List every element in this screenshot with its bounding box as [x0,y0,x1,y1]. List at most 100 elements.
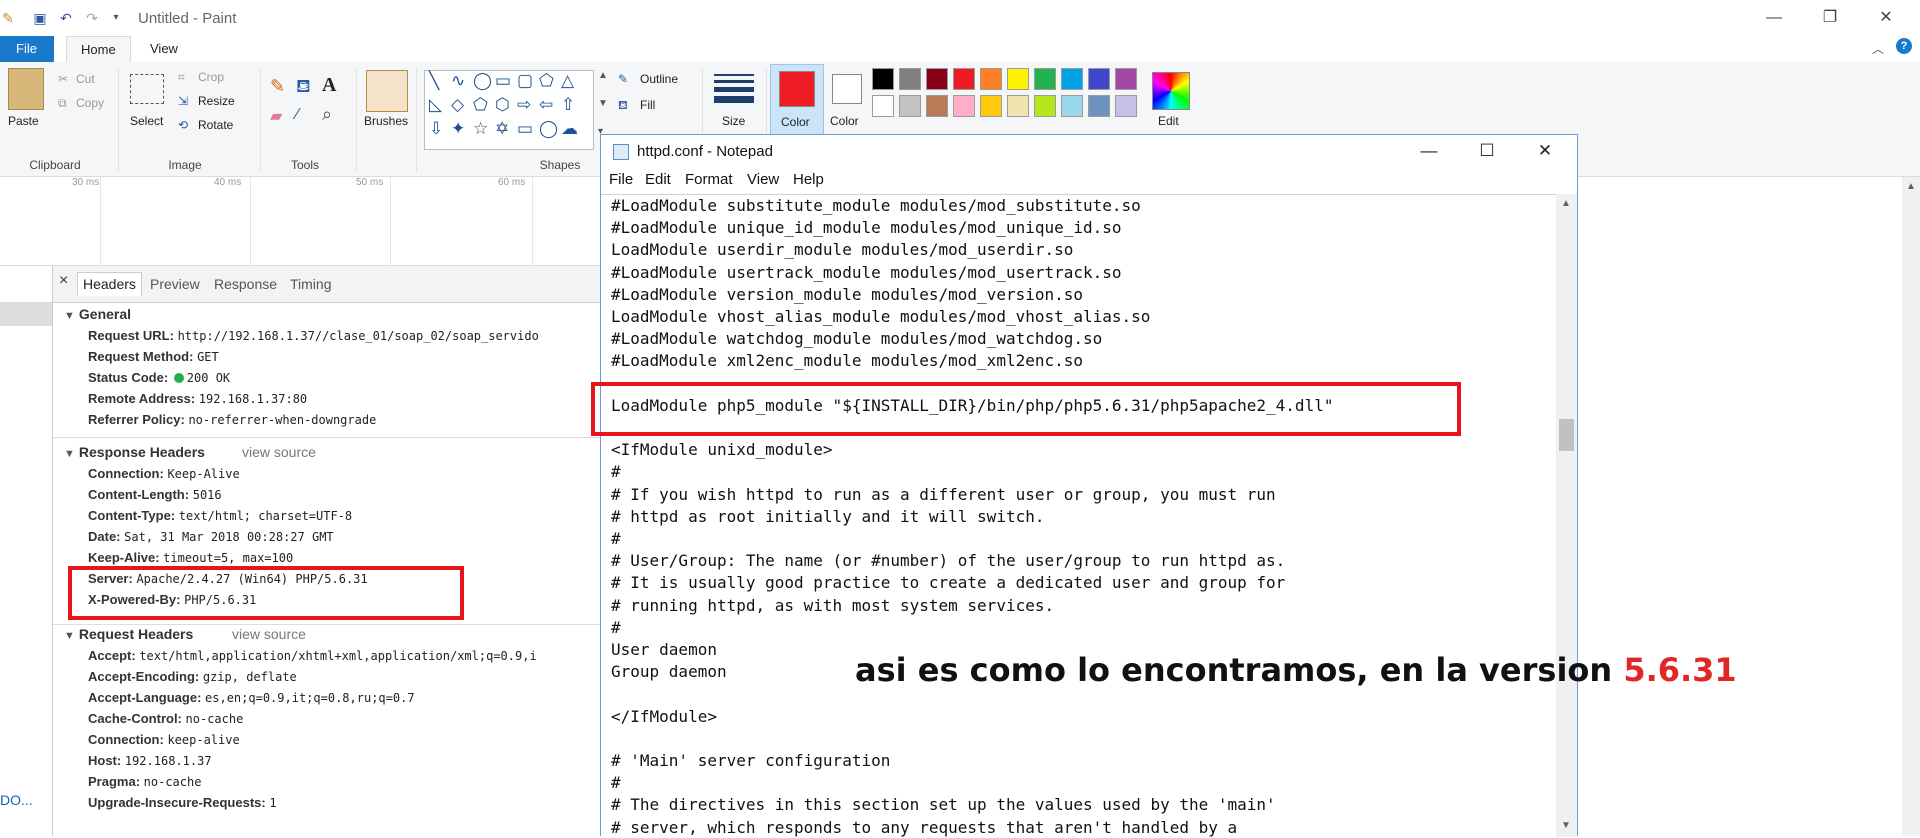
line-shape-icon[interactable]: ╲ [429,71,439,91]
maximize-icon[interactable]: ❐ [1810,4,1850,32]
canvas-scrollbar[interactable]: ▲ [1902,177,1920,836]
fill-dropdown[interactable]: Fill [640,98,655,112]
palette-swatch[interactable] [872,68,894,90]
palette-swatch[interactable] [1115,68,1137,90]
down-arrow-shape-icon[interactable]: ⇩ [429,119,443,139]
palette-swatch[interactable] [926,68,948,90]
palette-swatch[interactable] [1034,95,1056,117]
palette-swatch[interactable] [1088,95,1110,117]
five-point-star-icon[interactable]: ☆ [473,119,488,139]
palette-swatch[interactable] [953,68,975,90]
palette-swatch[interactable] [1115,95,1137,117]
shapes-gallery[interactable]: ╲ ∿ ◯ ▭ ▢ ⬠ △ ◺ ◇ ⬠ ⬡ ⇨ ⇦ ⇧ ⇩ ✦ ☆ ✡ ▭ ◯ … [424,70,594,150]
tab-file[interactable]: File [0,36,54,62]
six-point-star-icon[interactable]: ✡ [495,119,509,139]
brushes-button[interactable]: Brushes [364,114,408,128]
resize-button[interactable]: Resize [198,94,235,108]
select-button[interactable]: Select [130,114,163,128]
minimize-icon[interactable]: — [1407,137,1451,165]
copy-button[interactable]: Copy [76,96,104,110]
scroll-thumb[interactable] [1559,419,1574,451]
text-tool-icon[interactable]: A [322,74,336,97]
edit-colors-button[interactable]: Edit [1158,114,1179,128]
rotate-button[interactable]: Rotate [198,118,233,132]
paste-button[interactable]: Paste [8,114,39,128]
tab-timing[interactable]: Timing [290,276,332,292]
diamond-shape-icon[interactable]: ◇ [451,95,464,115]
callout-oval-icon[interactable]: ◯ [539,119,558,139]
request-view-source-link[interactable]: view source [232,626,306,642]
section-request-headers[interactable]: ▼ Request Headers [64,626,193,642]
palette-swatch[interactable] [899,68,921,90]
paste-icon[interactable] [8,68,44,110]
collapse-ribbon-icon[interactable]: ︿ [1872,40,1884,57]
palette-swatch[interactable] [980,68,1002,90]
pencil-icon[interactable]: ✎ [270,76,285,97]
status-bar-link[interactable]: DO... [0,792,52,808]
crop-button[interactable]: Crop [198,70,224,84]
selected-request-row[interactable] [0,302,52,326]
palette-swatch[interactable] [1061,95,1083,117]
notepad-scrollbar[interactable]: ▲ ▼ [1556,194,1577,837]
redo-icon[interactable]: ↷ [84,10,100,26]
help-icon[interactable]: ? [1896,38,1912,54]
quick-access-dropdown-icon[interactable]: ▾ [108,10,124,26]
notepad-text-area[interactable]: #LoadModule substitute_module modules/mo… [601,194,1556,838]
shapes-scroll-up-icon[interactable]: ▲ [598,70,608,81]
cut-button[interactable]: Cut [76,72,95,86]
palette-swatch[interactable] [1007,68,1029,90]
section-response-headers[interactable]: ▼ Response Headers [64,444,205,460]
palette-swatch[interactable] [953,95,975,117]
tab-preview[interactable]: Preview [150,276,200,292]
right-triangle-shape-icon[interactable]: ◺ [429,95,442,115]
tab-headers[interactable]: Headers [77,272,142,296]
select-icon[interactable] [130,74,164,104]
minimize-icon[interactable]: — [1754,4,1794,32]
undo-icon[interactable]: ↶ [58,10,74,26]
polygon-shape-icon[interactable]: ⬠ [539,71,554,91]
four-point-star-icon[interactable]: ✦ [451,119,465,139]
callout-rect-icon[interactable]: ▭ [517,119,533,139]
color1-button[interactable]: Color [770,64,824,136]
palette-swatch[interactable] [980,95,1002,117]
color2-swatch[interactable] [832,74,862,104]
triangle-shape-icon[interactable]: △ [561,71,574,91]
size-icon[interactable] [714,74,754,104]
eraser-icon[interactable]: ▰ [270,106,282,126]
right-arrow-shape-icon[interactable]: ⇨ [517,95,531,115]
size-button[interactable]: Size [722,114,745,128]
edit-colors-icon[interactable] [1152,72,1190,110]
palette-swatch[interactable] [1088,68,1110,90]
left-arrow-shape-icon[interactable]: ⇦ [539,95,553,115]
menu-edit[interactable]: Edit [645,171,671,188]
menu-help[interactable]: Help [793,171,824,188]
menu-view[interactable]: View [747,171,779,188]
color-picker-icon[interactable]: ⁄ [296,106,299,124]
rounded-rect-shape-icon[interactable]: ▢ [517,71,533,91]
palette-swatch[interactable] [1007,95,1029,117]
callout-cloud-icon[interactable]: ☁ [561,119,578,139]
palette-swatch[interactable] [872,95,894,117]
scroll-up-icon[interactable]: ▲ [1906,181,1916,192]
scroll-up-icon[interactable]: ▲ [1561,198,1571,209]
up-arrow-shape-icon[interactable]: ⇧ [561,95,575,115]
palette-swatch[interactable] [1061,68,1083,90]
oval-shape-icon[interactable]: ◯ [473,71,492,91]
hexagon-shape-icon[interactable]: ⬡ [495,95,510,115]
rectangle-shape-icon[interactable]: ▭ [495,71,511,91]
fill-bucket-icon[interactable]: ⛾ [296,76,311,100]
tab-response[interactable]: Response [214,276,277,292]
brushes-icon[interactable] [366,70,408,112]
pentagon-shape-icon[interactable]: ⬠ [473,95,488,115]
palette-swatch[interactable] [1034,68,1056,90]
scroll-down-icon[interactable]: ▼ [1561,820,1571,831]
close-detail-icon[interactable]: × [59,272,68,290]
section-general[interactable]: ▼ General [64,306,131,322]
close-icon[interactable]: ✕ [1523,137,1567,165]
close-icon[interactable]: ✕ [1866,4,1906,32]
palette-swatch[interactable] [899,95,921,117]
palette-swatch[interactable] [926,95,948,117]
shapes-scroll-down-icon[interactable]: ▼ [598,98,608,109]
tab-view[interactable]: View [136,36,192,62]
save-icon[interactable]: ▣ [32,10,48,26]
